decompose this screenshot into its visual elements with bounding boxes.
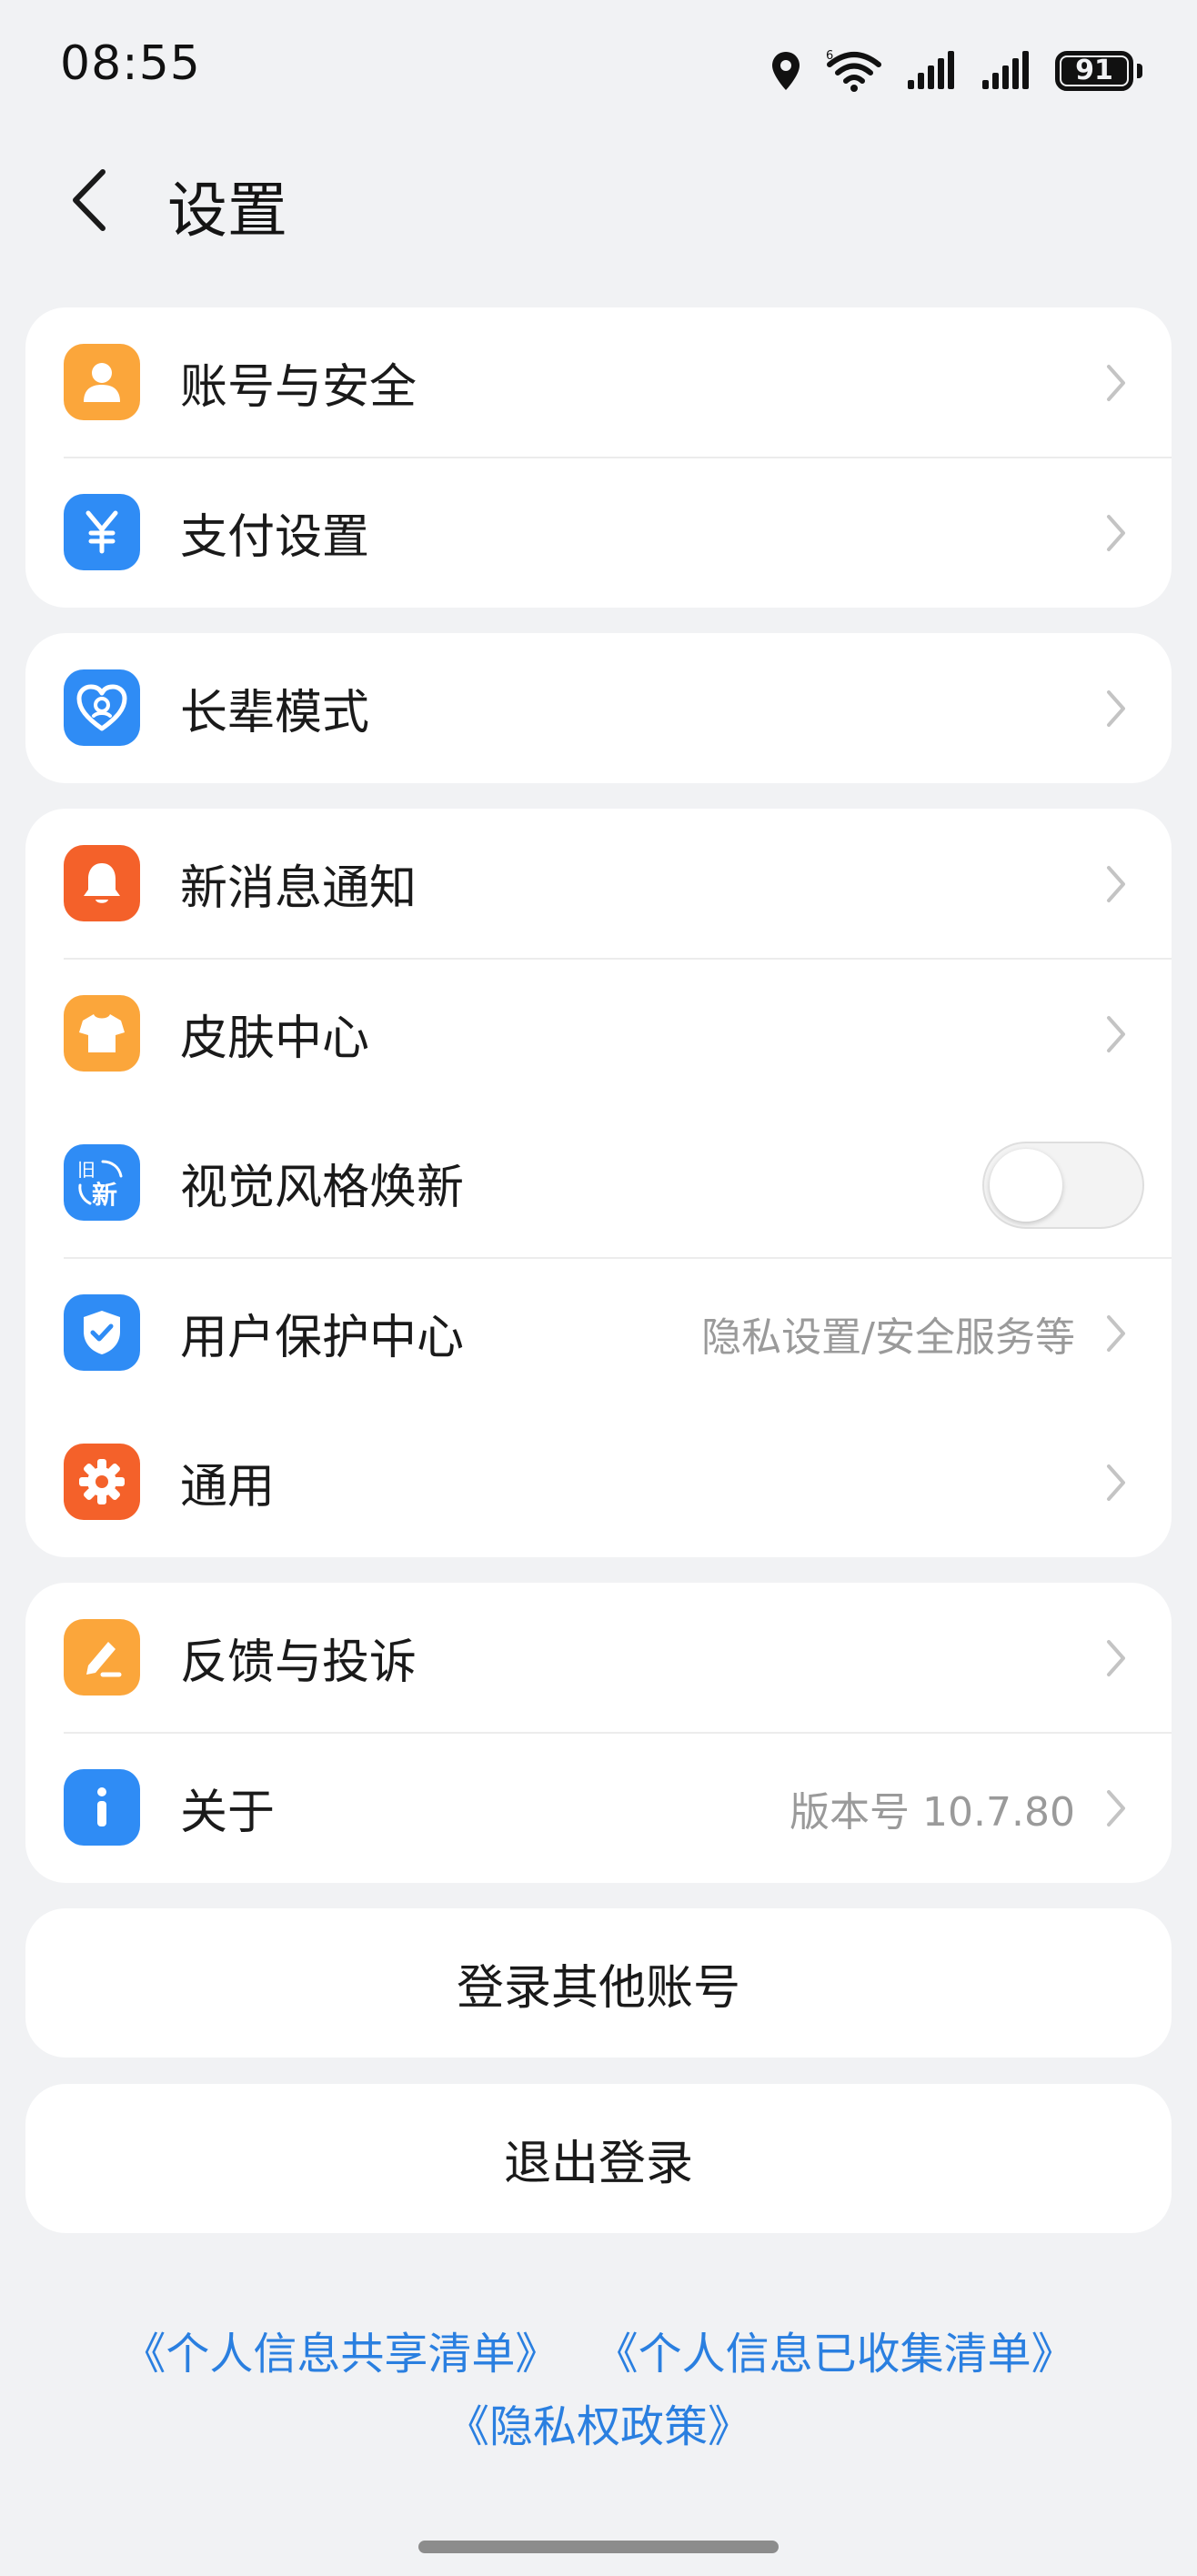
link-collected-info-list[interactable]: 《个人信息已收集清单》 bbox=[595, 2329, 1075, 2380]
gear-icon bbox=[64, 1444, 140, 1520]
settings-item-notifications[interactable]: 新消息通知 bbox=[25, 809, 1172, 959]
toggle-knob bbox=[990, 1149, 1062, 1222]
settings-item-elder-mode[interactable]: 长辈模式 bbox=[25, 633, 1172, 783]
settings-item-about[interactable]: 关于 版本号 10.7.80 bbox=[25, 1733, 1172, 1883]
page-title: 设置 bbox=[167, 176, 287, 246]
settings-item-label: 通用 bbox=[180, 1460, 276, 1514]
header: 设置 bbox=[0, 136, 1197, 264]
signal-icon bbox=[908, 51, 954, 89]
chevron-right-icon bbox=[1095, 1787, 1137, 1829]
chevron-left-icon bbox=[73, 169, 106, 231]
settings-item-payment[interactable]: 支付设置 bbox=[25, 458, 1172, 608]
shirt-icon bbox=[64, 995, 140, 1072]
settings-item-label: 皮肤中心 bbox=[180, 1011, 370, 1066]
battery-level: 91 bbox=[1075, 55, 1113, 86]
shield-check-icon bbox=[64, 1294, 140, 1371]
bell-icon bbox=[64, 845, 140, 921]
switch-account-button[interactable]: 登录其他账号 bbox=[25, 1908, 1172, 2058]
signal-icon bbox=[982, 51, 1029, 89]
heart-icon bbox=[64, 669, 140, 746]
settings-item-label: 关于 bbox=[180, 1786, 276, 1840]
footer-links: 《个人信息共享清单》 《个人信息已收集清单》 bbox=[0, 2318, 1197, 2390]
settings-item-label: 反馈与投诉 bbox=[180, 1635, 417, 1690]
chevron-right-icon bbox=[1095, 863, 1137, 905]
settings-item-label: 长辈模式 bbox=[180, 686, 370, 740]
home-indicator[interactable] bbox=[418, 2541, 779, 2553]
settings-item-general[interactable]: 通用 bbox=[25, 1407, 1172, 1557]
chevron-right-icon bbox=[1095, 512, 1137, 554]
link-privacy-policy[interactable]: 《隐私权政策》 bbox=[446, 2401, 751, 2452]
footer-links-row2: 《隐私权政策》 bbox=[0, 2390, 1197, 2463]
battery-icon: 91 bbox=[1055, 49, 1142, 93]
settings-group-general: 新消息通知 皮肤中心 旧 新 视觉风格焕新 用户保护中心 隐私设置/安全服务等 … bbox=[25, 809, 1172, 1557]
settings-item-visual-style: 旧 新 视觉风格焕新 bbox=[25, 1108, 1172, 1258]
settings-item-label: 支付设置 bbox=[180, 510, 370, 565]
settings-item-value: 隐私设置/安全服务等 bbox=[701, 1313, 1075, 1361]
wifi-icon: 6 bbox=[826, 49, 881, 92]
visual-style-toggle[interactable] bbox=[982, 1142, 1144, 1229]
chevron-right-icon bbox=[1095, 1462, 1137, 1504]
pen-icon bbox=[64, 1619, 140, 1696]
status-icons: 6 91 bbox=[770, 44, 1142, 98]
location-icon bbox=[772, 52, 800, 90]
status-bar: 08:55 6 91 bbox=[0, 0, 1197, 136]
chevron-right-icon bbox=[1095, 1013, 1137, 1055]
settings-item-label: 视觉风格焕新 bbox=[180, 1161, 465, 1215]
settings-item-label: 新消息通知 bbox=[180, 861, 417, 916]
settings-item-user-protection[interactable]: 用户保护中心 隐私设置/安全服务等 bbox=[25, 1258, 1172, 1408]
chevron-right-icon bbox=[1095, 1637, 1137, 1679]
refresh-new-icon: 旧 新 bbox=[64, 1144, 140, 1221]
settings-item-account-security[interactable]: 账号与安全 bbox=[25, 307, 1172, 458]
back-button[interactable] bbox=[53, 164, 126, 236]
person-icon bbox=[64, 344, 140, 420]
link-shared-info-list[interactable]: 《个人信息共享清单》 bbox=[122, 2329, 558, 2380]
icon-text-old: 旧 bbox=[77, 1159, 96, 1181]
settings-group-feedback: 反馈与投诉 关于 版本号 10.7.80 bbox=[25, 1583, 1172, 1883]
chevron-right-icon bbox=[1095, 362, 1137, 404]
settings-group-elder: 长辈模式 bbox=[25, 633, 1172, 783]
settings-item-feedback[interactable]: 反馈与投诉 bbox=[25, 1583, 1172, 1733]
info-icon bbox=[64, 1769, 140, 1846]
logout-button[interactable]: 退出登录 bbox=[25, 2084, 1172, 2233]
settings-item-label: 用户保护中心 bbox=[180, 1311, 465, 1365]
chevron-right-icon bbox=[1095, 688, 1137, 730]
settings-group-account: 账号与安全 支付设置 bbox=[25, 307, 1172, 608]
chevron-right-icon bbox=[1095, 1313, 1137, 1354]
status-time: 08:55 bbox=[60, 36, 201, 91]
settings-item-value: 版本号 10.7.80 bbox=[790, 1788, 1075, 1836]
svg-text:6: 6 bbox=[826, 49, 833, 63]
icon-text-new: 新 bbox=[92, 1180, 117, 1210]
settings-item-skin-center[interactable]: 皮肤中心 bbox=[25, 959, 1172, 1109]
settings-item-label: 账号与安全 bbox=[180, 360, 417, 415]
yen-icon bbox=[64, 494, 140, 570]
